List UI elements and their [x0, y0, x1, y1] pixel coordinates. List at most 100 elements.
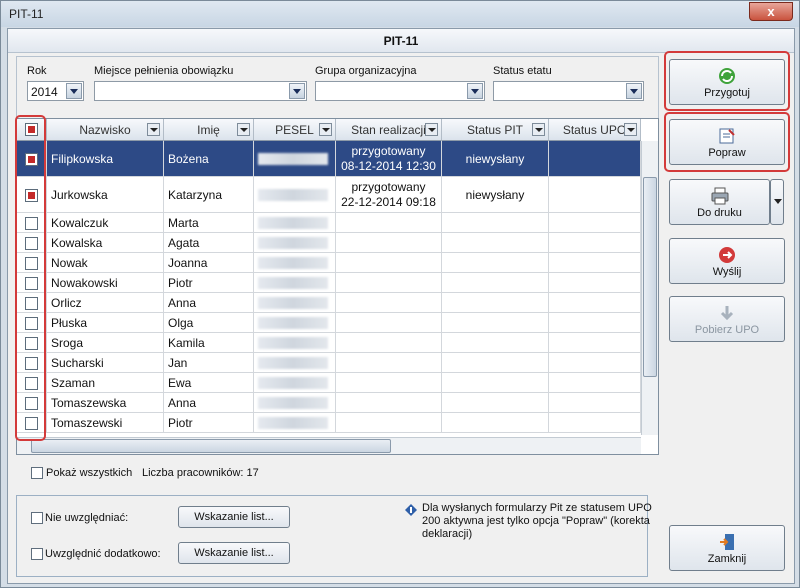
status-upo-cell[interactable]	[549, 313, 641, 333]
chevron-down-icon[interactable]	[66, 83, 82, 99]
filter-dropdown-icon[interactable]	[532, 123, 545, 136]
filter-dropdown-icon[interactable]	[425, 123, 438, 136]
stan-realizacji-cell[interactable]	[336, 373, 442, 393]
stan-realizacji-cell[interactable]	[336, 293, 442, 313]
nazwisko-cell[interactable]: Orlicz	[47, 293, 164, 313]
stan-realizacji-cell[interactable]	[336, 413, 442, 433]
status-upo-cell[interactable]	[549, 233, 641, 253]
imie-cell[interactable]: Bożena	[164, 141, 254, 177]
table-row[interactable]: Tomaszewska Anna	[17, 393, 641, 413]
pesel-cell[interactable]	[254, 213, 336, 233]
status-pit-cell[interactable]	[442, 313, 549, 333]
vertical-scroll-thumb[interactable]	[643, 177, 657, 377]
stan-realizacji-cell[interactable]	[336, 313, 442, 333]
imie-cell[interactable]: Olga	[164, 313, 254, 333]
pesel-cell[interactable]	[254, 313, 336, 333]
table-row[interactable]: Filipkowska Bożena przygotowany 08-12-2014 …	[17, 141, 641, 177]
pesel-cell[interactable]	[254, 293, 336, 313]
nazwisko-cell[interactable]: Sroga	[47, 333, 164, 353]
chevron-down-icon[interactable]	[289, 83, 305, 99]
wyslij-button[interactable]: Wyślij	[669, 238, 785, 284]
status-pit-cell[interactable]	[442, 253, 549, 273]
pesel-cell[interactable]	[254, 413, 336, 433]
nazwisko-cell[interactable]: Tomaszewski	[47, 413, 164, 433]
stan-realizacji-cell[interactable]	[336, 333, 442, 353]
pesel-cell[interactable]	[254, 393, 336, 413]
imie-cell[interactable]: Anna	[164, 393, 254, 413]
pesel-cell[interactable]	[254, 177, 336, 213]
table-row[interactable]: Szaman Ewa	[17, 373, 641, 393]
pesel-cell[interactable]	[254, 253, 336, 273]
nazwisko-cell[interactable]: Filipkowska	[47, 141, 164, 177]
nie-uwzgledniac-checkbox[interactable]	[31, 512, 43, 524]
stan-realizacji-cell[interactable]	[336, 353, 442, 373]
table-row[interactable]: Tomaszewski Piotr	[17, 413, 641, 433]
imie-cell[interactable]: Anna	[164, 293, 254, 313]
stan-realizacji-cell[interactable]: przygotowany 08-12-2014 12:30	[336, 141, 442, 177]
status-upo-cell[interactable]	[549, 373, 641, 393]
popraw-button[interactable]: Popraw	[669, 119, 785, 165]
rok-select[interactable]: 2014	[27, 81, 84, 101]
pesel-cell[interactable]	[254, 141, 336, 177]
status-upo-cell[interactable]	[549, 393, 641, 413]
status-upo-cell[interactable]	[549, 413, 641, 433]
filter-dropdown-icon[interactable]	[237, 123, 250, 136]
nazwisko-cell[interactable]: Jurkowska	[47, 177, 164, 213]
pesel-cell[interactable]	[254, 353, 336, 373]
status-pit-cell[interactable]	[442, 413, 549, 433]
imie-cell[interactable]: Piotr	[164, 273, 254, 293]
table-row[interactable]: Sucharski Jan	[17, 353, 641, 373]
nazwisko-cell[interactable]: Płuska	[47, 313, 164, 333]
pesel-cell[interactable]	[254, 373, 336, 393]
col-header-status-upo[interactable]: Status UPO	[549, 119, 641, 141]
col-header-imie[interactable]: Imię	[164, 119, 254, 141]
miejsce-select[interactable]	[94, 81, 307, 101]
chevron-down-icon[interactable]	[626, 83, 642, 99]
horizontal-scroll-thumb[interactable]	[31, 439, 391, 453]
status-upo-cell[interactable]	[549, 253, 641, 273]
status-upo-cell[interactable]	[549, 273, 641, 293]
table-row[interactable]: Kowalska Agata	[17, 233, 641, 253]
stan-realizacji-cell[interactable]	[336, 253, 442, 273]
do-druku-button[interactable]: Do druku	[669, 179, 770, 225]
nazwisko-cell[interactable]: Nowakowski	[47, 273, 164, 293]
filter-dropdown-icon[interactable]	[147, 123, 160, 136]
status-upo-cell[interactable]	[549, 213, 641, 233]
status-pit-cell[interactable]	[442, 273, 549, 293]
status-pit-cell[interactable]	[442, 293, 549, 313]
col-header-status-pit[interactable]: Status PIT	[442, 119, 549, 141]
pesel-cell[interactable]	[254, 333, 336, 353]
status-upo-cell[interactable]	[549, 177, 641, 213]
imie-cell[interactable]: Jan	[164, 353, 254, 373]
status-upo-cell[interactable]	[549, 333, 641, 353]
table-row[interactable]: Kowalczuk Marta	[17, 213, 641, 233]
stan-realizacji-cell[interactable]	[336, 233, 442, 253]
horizontal-scrollbar[interactable]	[17, 437, 641, 454]
table-row[interactable]: Nowakowski Piotr	[17, 273, 641, 293]
nazwisko-cell[interactable]: Kowalczuk	[47, 213, 164, 233]
status-pit-cell[interactable]	[442, 393, 549, 413]
pesel-cell[interactable]	[254, 233, 336, 253]
imie-cell[interactable]: Kamila	[164, 333, 254, 353]
status-etatu-select[interactable]	[493, 81, 644, 101]
status-pit-cell[interactable]: niewysłany	[442, 177, 549, 213]
pobierz-upo-button[interactable]: Pobierz UPO	[669, 296, 785, 342]
stan-realizacji-cell[interactable]: przygotowany 22-12-2014 09:18	[336, 177, 442, 213]
col-header-stan[interactable]: Stan realizacji	[336, 119, 442, 141]
status-pit-cell[interactable]	[442, 353, 549, 373]
status-upo-cell[interactable]	[549, 293, 641, 313]
table-row[interactable]: Nowak Joanna	[17, 253, 641, 273]
imie-cell[interactable]: Joanna	[164, 253, 254, 273]
stan-realizacji-cell[interactable]	[336, 213, 442, 233]
wskazanie-list-button-2[interactable]: Wskazanie list...	[178, 542, 290, 564]
wskazanie-list-button-1[interactable]: Wskazanie list...	[178, 506, 290, 528]
status-pit-cell[interactable]: niewysłany	[442, 141, 549, 177]
vertical-scrollbar[interactable]	[641, 141, 658, 435]
status-pit-cell[interactable]	[442, 233, 549, 253]
imie-cell[interactable]: Agata	[164, 233, 254, 253]
employees-grid[interactable]: Nazwisko Imię PESEL Stan realizacji Stat…	[16, 118, 659, 455]
col-header-nazwisko[interactable]: Nazwisko	[47, 119, 164, 141]
col-header-pesel[interactable]: PESEL	[254, 119, 336, 141]
do-druku-dropdown-button[interactable]	[770, 179, 784, 225]
table-row[interactable]: Orlicz Anna	[17, 293, 641, 313]
